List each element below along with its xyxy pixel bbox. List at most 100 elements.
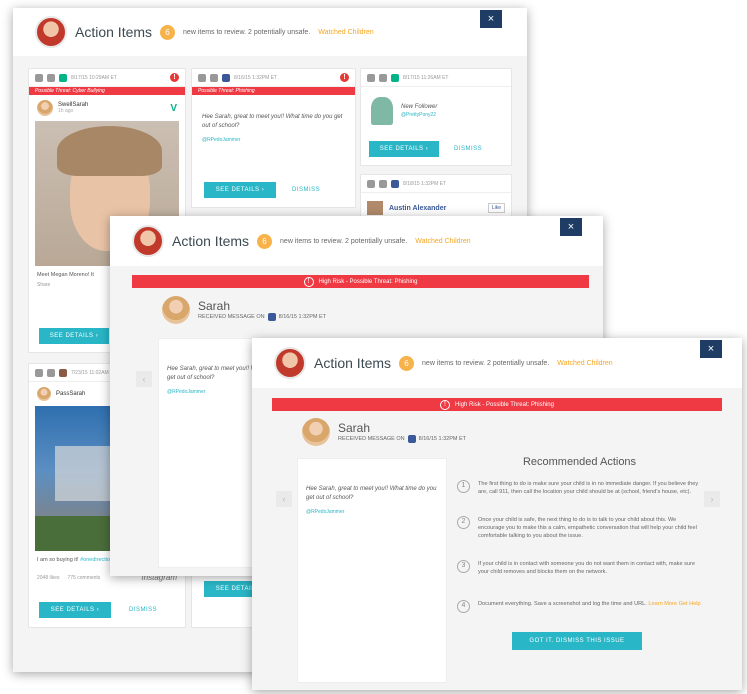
parent-avatar bbox=[274, 347, 306, 379]
follower-row: New Follower @PrettyPony22 bbox=[361, 87, 511, 135]
window-subtitle: new items to review. 2 potentially unsaf… bbox=[422, 359, 550, 367]
step-number: 4 bbox=[457, 600, 470, 613]
see-details-button[interactable]: SEE DETAILS › bbox=[204, 182, 276, 198]
window-header: Action Items 6 new items to review. 2 po… bbox=[13, 8, 527, 56]
follower-handle[interactable]: @PrettyPony22 bbox=[401, 112, 437, 118]
get-help-link[interactable]: Get Help bbox=[679, 601, 701, 607]
vine-icon bbox=[59, 73, 67, 82]
page-name: Austin Alexander bbox=[389, 204, 447, 212]
child-avatar-icon bbox=[47, 368, 55, 377]
instagram-icon bbox=[59, 368, 67, 377]
pony-avatar bbox=[371, 97, 393, 125]
recommended-actions-panel: Recommended Actions 1 The first thing to… bbox=[457, 450, 702, 685]
dismiss-button[interactable]: DISMISS bbox=[292, 187, 320, 193]
hashtag-link[interactable]: #onedirection bbox=[80, 557, 113, 563]
prev-arrow[interactable]: ‹ bbox=[136, 371, 152, 387]
chat-icon bbox=[198, 73, 206, 82]
window-subtitle: new items to review. 2 potentially unsaf… bbox=[183, 28, 311, 36]
new-follower-label: New Follower bbox=[401, 104, 438, 110]
alert-icon: ! bbox=[170, 73, 179, 82]
parent-avatar bbox=[35, 16, 67, 48]
child-avatar bbox=[302, 418, 330, 446]
action-step: 3 If your child is in contact with someo… bbox=[457, 560, 702, 576]
watched-children-link[interactable]: Watched Children bbox=[415, 238, 470, 245]
card-timestamp: 8/17/15 10:29AM ET bbox=[71, 74, 117, 81]
received-date: 8/16/15 1:32PM ET bbox=[418, 436, 467, 442]
child-name: Sarah bbox=[338, 421, 371, 435]
child-avatar-icon bbox=[379, 179, 387, 188]
close-button[interactable]: × bbox=[480, 10, 502, 28]
next-arrow[interactable]: › bbox=[704, 491, 720, 507]
step-text: The first thing to do is make sure your … bbox=[478, 481, 699, 496]
close-button[interactable]: × bbox=[700, 340, 722, 358]
front-window: Action Items 6 new items to review. 2 po… bbox=[252, 338, 742, 690]
received-line: RECEIVED MESSAGE ON 8/16/15 1:32PM ET bbox=[198, 313, 326, 321]
watched-children-link[interactable]: Watched Children bbox=[557, 360, 612, 367]
threat-bar-text: High Risk - Possible Threat: Phishing bbox=[455, 401, 554, 408]
see-details-button[interactable]: SEE DETAILS › bbox=[39, 602, 111, 618]
threat-bar: ! High Risk - Possible Threat: Phishing bbox=[132, 275, 589, 288]
dismiss-button[interactable]: DISMISS bbox=[454, 146, 482, 152]
alert-icon: ! bbox=[340, 73, 349, 82]
action-card: 8/17/15 11:26AM ET New Follower @PrettyP… bbox=[360, 68, 512, 166]
child-avatar-icon bbox=[47, 73, 55, 82]
count-badge: 6 bbox=[399, 355, 415, 371]
followers-icon bbox=[367, 73, 375, 82]
facebook-icon bbox=[222, 73, 230, 82]
threat-bar-text: High Risk - Possible Threat: Phishing bbox=[318, 278, 418, 285]
threat-bar: ! High Risk - Possible Threat: Phishing bbox=[272, 398, 722, 411]
step-text-wrap: Document everything. Save a screenshot a… bbox=[478, 600, 701, 613]
sender-handle[interactable]: @RPedoJammer bbox=[192, 135, 355, 145]
child-avatar-icon bbox=[379, 73, 387, 82]
card-timestamp: 8/17/15 11:26AM ET bbox=[403, 74, 449, 81]
child-avatar-icon bbox=[210, 73, 218, 82]
action-step: 2 Once your child is safe, the next thin… bbox=[457, 516, 702, 540]
step-number: 2 bbox=[457, 516, 470, 529]
action-step: 4 Document everything. Save a screenshot… bbox=[457, 600, 702, 613]
recommended-title: Recommended Actions bbox=[522, 456, 637, 468]
user-avatar bbox=[37, 387, 51, 401]
close-button[interactable]: × bbox=[560, 218, 582, 236]
message-text: Hee Sarah, great to meet you!! What time… bbox=[202, 114, 343, 129]
card-timestamp: 8/18/15 1:32PM ET bbox=[403, 180, 447, 187]
window-subtitle: new items to review. 2 potentially unsaf… bbox=[280, 237, 408, 245]
user-name: PassSarah bbox=[56, 391, 86, 397]
step-text: If your child is in contact with someone… bbox=[478, 561, 696, 576]
time-ago: 1h ago bbox=[58, 108, 74, 114]
parent-avatar bbox=[132, 225, 164, 257]
message-panel: Hee Sarah, great to meet you!! What time… bbox=[297, 458, 447, 683]
action-step: 1 The first thing to do is make sure you… bbox=[457, 480, 702, 496]
card-header: 8/17/15 10:29AM ET ! bbox=[29, 69, 185, 87]
page-avatar bbox=[367, 201, 383, 215]
received-label: RECEIVED MESSAGE ON bbox=[338, 436, 405, 442]
detail-header: Sarah RECEIVED MESSAGE ON 8/16/15 1:32PM… bbox=[302, 418, 466, 446]
dismiss-issue-button[interactable]: GOT IT. DISMISS THIS ISSUE bbox=[512, 632, 642, 650]
count-badge: 6 bbox=[257, 233, 273, 249]
see-details-button[interactable]: SEE DETAILS › bbox=[39, 328, 109, 344]
facebook-icon bbox=[407, 435, 416, 443]
window-title: Action Items bbox=[172, 233, 250, 249]
see-details-button[interactable]: SEE DETAILS › bbox=[369, 141, 439, 157]
step-text: Once your child is safe, the next thing … bbox=[478, 517, 697, 540]
likes-count: 2048 likes bbox=[37, 574, 60, 581]
facebook-icon bbox=[391, 179, 399, 188]
caption-text: I am so buying it! bbox=[37, 557, 79, 563]
step-number: 3 bbox=[457, 560, 470, 573]
post-user: SwellSarah 1h ago V bbox=[29, 95, 185, 121]
window-title: Action Items bbox=[75, 24, 153, 40]
card-header: 8/18/15 1:32PM ET bbox=[361, 175, 511, 193]
child-avatar bbox=[162, 296, 190, 324]
action-card: 8/16/15 1:32PM ET ! Possible Threat: Phi… bbox=[191, 68, 356, 208]
vine-icon bbox=[391, 73, 399, 82]
watched-children-link[interactable]: Watched Children bbox=[318, 29, 373, 36]
prev-arrow[interactable]: ‹ bbox=[276, 491, 292, 507]
like-button[interactable]: Like bbox=[487, 203, 505, 213]
pencil-icon bbox=[35, 73, 43, 82]
message-text: Hee Sarah, great to meet you!! What time… bbox=[306, 486, 437, 501]
window-header: Action Items 6 new items to review. 2 po… bbox=[110, 216, 603, 266]
dismiss-button[interactable]: DISMISS bbox=[129, 607, 157, 613]
sender-handle[interactable]: @RPedoJammer bbox=[298, 507, 446, 517]
learn-more-link[interactable]: Learn More bbox=[648, 601, 677, 607]
vine-logo-icon: V bbox=[170, 102, 177, 114]
step-number: 1 bbox=[457, 480, 470, 493]
